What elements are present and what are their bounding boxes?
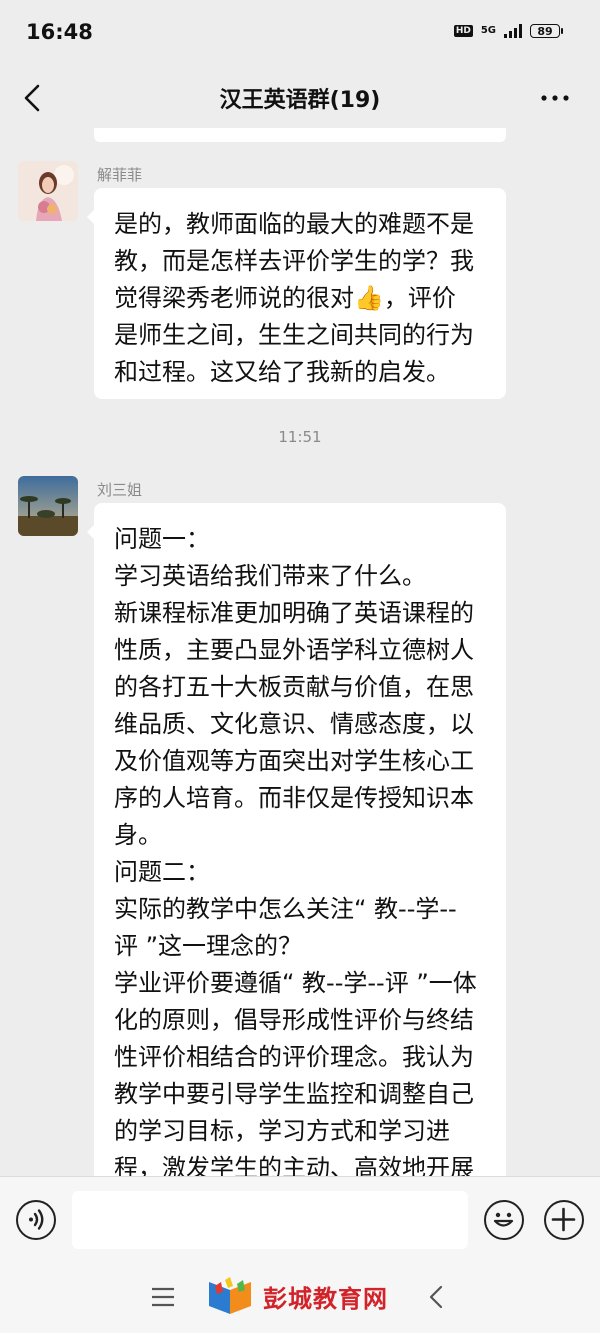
watermark-text: 彭城教育网 [263, 1284, 388, 1313]
message-line: 性质，主要凸显外语学科立德树人 [114, 636, 474, 664]
message-line: 教学中要引导学生监控和调整自己 [114, 1080, 474, 1108]
message-line: 问题二： [114, 858, 210, 886]
voice-icon [29, 1209, 44, 1230]
emoji-button[interactable] [484, 1200, 524, 1240]
message-line: 性评价相结合的评价理念。我认为 [114, 1043, 474, 1071]
chat-header: 汉王英语群(19) [0, 70, 600, 128]
chat-title: 汉王英语群(19) [219, 88, 381, 113]
system-navigation-bar: 彭城教育网 [0, 1264, 600, 1333]
previous-message-bubble[interactable] [94, 128, 506, 142]
watermark-logo: 彭城教育网 [205, 1276, 388, 1316]
avatar[interactable] [18, 161, 78, 221]
status-time: 16:48 [26, 20, 93, 44]
message-line: 觉得梁秀老师说的很对👍，评价 [114, 284, 456, 312]
battery-icon: 89 [530, 24, 563, 38]
message-input[interactable] [72, 1191, 468, 1249]
message-line: 和过程。这又给了我新的启发。 [114, 358, 450, 386]
message-bubble[interactable]: 问题一： 学习英语给我们带来了什么。 新课程标准更加明确了英语课程的 性质，主要… [87, 503, 506, 1176]
message-line: 的各打五十大板贡献与价值，在思 [114, 673, 474, 701]
message-line: 身。 [114, 821, 162, 849]
plus-button[interactable] [544, 1200, 584, 1240]
message-line: 化的原则，倡导形成性评价与终结 [114, 1006, 474, 1034]
message-line: 问题一： [114, 525, 210, 553]
message-line: 及价值观等方面突出对学生核心工 [114, 747, 474, 775]
status-bar: 16:48 HD 5G 89 [0, 0, 600, 70]
voice-button[interactable] [16, 1200, 56, 1240]
avatar[interactable] [18, 476, 78, 536]
back-triangle-icon[interactable] [426, 1284, 446, 1310]
plus-icon [551, 1207, 576, 1232]
emoji-icon [493, 1212, 514, 1227]
network-indicator: 5G [481, 26, 496, 36]
network-label: 5G [480, 25, 496, 36]
message-line: 新课程标准更加明确了英语课程的 [114, 599, 474, 627]
hd-badge: HD [453, 25, 473, 37]
message-line: 是师生之间，生生之间共同的行为 [114, 321, 474, 349]
message-line: 序的人培育。而非仅是传授知识本 [114, 784, 474, 812]
message-line: 程，激发学生的主动、高效地开展 [114, 1154, 474, 1176]
chat-messages[interactable]: 解菲菲 是的，教师面临的最大的难题不是 教，而是怎样去评价学生的学？我 觉得梁秀… [0, 128, 600, 1176]
battery-level: 89 [537, 24, 553, 38]
message-line: 学业评价要遵循“ 教--学--评 ”一体 [114, 969, 477, 997]
book-logo-icon [209, 1277, 251, 1314]
message-line: 教，而是怎样去评价学生的学？我 [114, 247, 474, 275]
sender-name: 解菲菲 [97, 166, 143, 184]
message-line: 评 ”这一理念的？ [114, 932, 303, 960]
message-line: 维品质、文化意识、情感态度，以 [114, 710, 474, 738]
message-line: 实际的教学中怎么关注“ 教--学-- [114, 895, 457, 923]
more-dots-icon[interactable] [540, 88, 570, 108]
status-icons: HD 5G 89 [453, 24, 563, 38]
message-line: 学习英语给我们带来了什么。 [114, 562, 426, 590]
input-bar [0, 1176, 600, 1265]
message-line: 的学习目标，学习方式和学习进 [114, 1117, 450, 1145]
time-separator: 11:51 [278, 428, 322, 446]
sender-name: 刘三姐 [97, 481, 143, 499]
message-line: 是的，教师面临的最大的难题不是 [114, 210, 474, 238]
menu-icon[interactable] [150, 1286, 176, 1308]
signal-icon [504, 24, 522, 38]
message-bubble[interactable]: 是的，教师面临的最大的难题不是 教，而是怎样去评价学生的学？我 觉得梁秀老师说的… [87, 188, 506, 399]
